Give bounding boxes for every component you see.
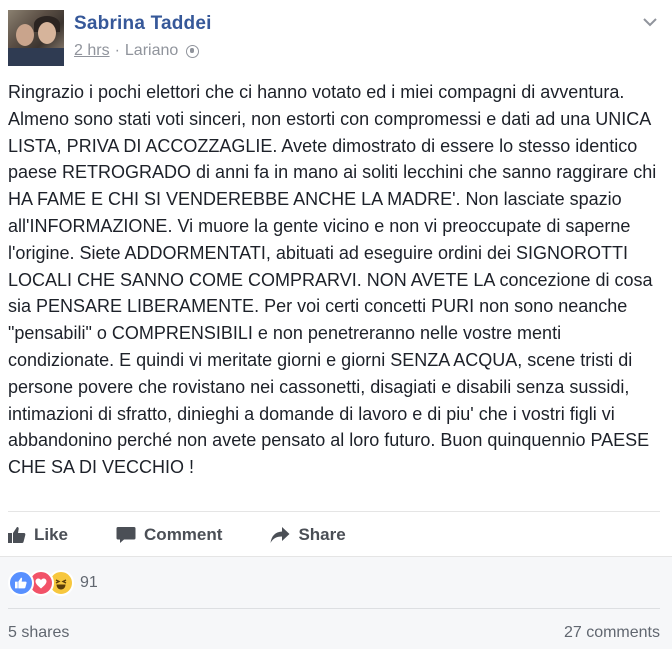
post-text: Ringrazio i pochi elettori che ci hanno … <box>8 82 657 478</box>
like-button[interactable]: Like <box>8 525 68 545</box>
share-arrow-icon <box>270 527 290 543</box>
comment-label: Comment <box>144 525 223 544</box>
post-timestamp[interactable]: 2 hrs <box>74 42 110 60</box>
post-location[interactable]: Lariano <box>125 42 178 60</box>
divider <box>8 608 660 609</box>
comments-count[interactable]: 27 comments <box>564 624 660 642</box>
divider <box>8 511 660 512</box>
post-header: Sabrina Taddei 2 hrs · Lariano <box>8 10 672 66</box>
reaction-count: 91 <box>80 574 98 591</box>
facebook-post: Sabrina Taddei 2 hrs · Lariano Ringrazio… <box>0 0 672 649</box>
globe-icon[interactable] <box>186 44 200 58</box>
chevron-down-icon[interactable] <box>642 16 658 28</box>
like-label: Like <box>34 525 69 544</box>
reactions-summary[interactable]: 91 <box>8 570 98 596</box>
like-reaction-icon <box>8 570 34 596</box>
post-meta: 2 hrs · Lariano <box>74 42 200 60</box>
comment-button[interactable]: Comment <box>116 525 222 545</box>
post-actions: Like Comment Share <box>8 518 394 552</box>
shares-count[interactable]: 5 shares <box>8 624 69 642</box>
share-label: Share <box>298 525 346 544</box>
thumbs-up-icon <box>8 527 26 543</box>
comment-icon <box>116 527 136 543</box>
meta-separator: · <box>114 42 120 59</box>
share-button[interactable]: Share <box>270 525 346 545</box>
author-name[interactable]: Sabrina Taddei <box>74 13 212 35</box>
author-avatar[interactable] <box>8 10 64 66</box>
